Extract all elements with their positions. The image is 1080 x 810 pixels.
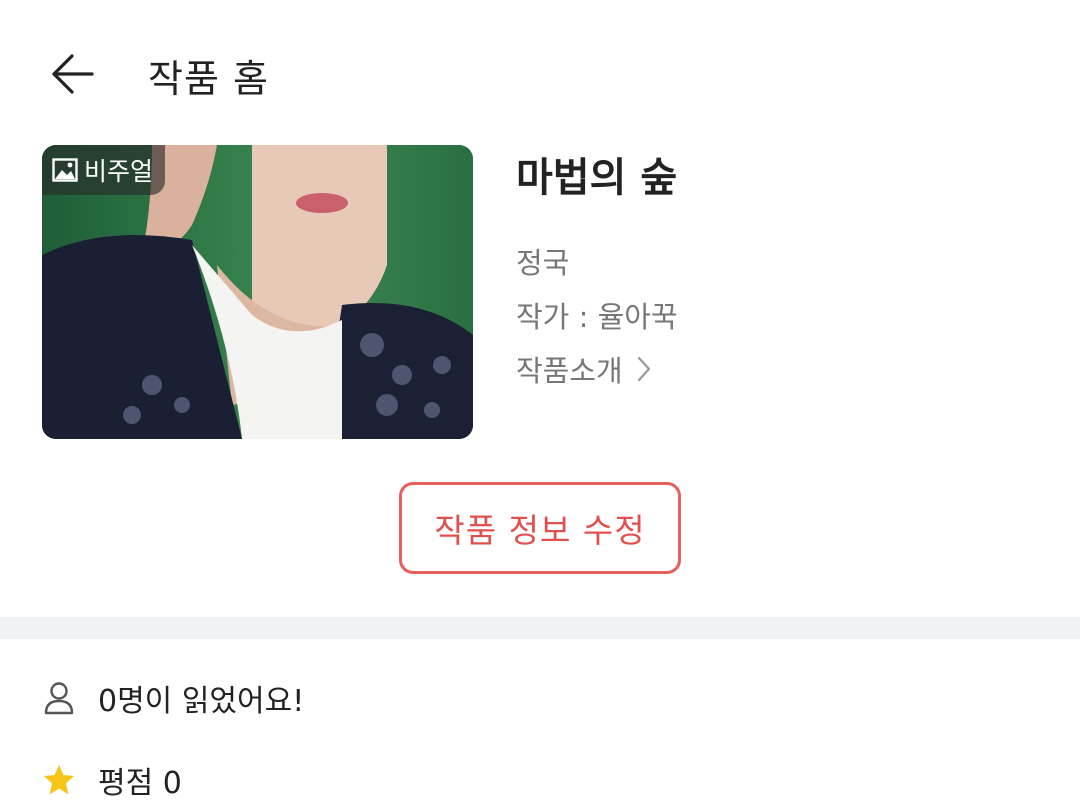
star-icon [42, 760, 76, 800]
visual-badge: 비주얼 [42, 145, 166, 195]
cover-image[interactable]: 비주얼 [42, 145, 473, 439]
visual-badge-label: 비주얼 [84, 157, 154, 186]
back-button[interactable] [44, 46, 100, 102]
readers-count: 0명이 읽었어요! [42, 676, 304, 720]
readers-count-label: 0명이 읽었어요! [98, 684, 305, 719]
chevron-right-icon [637, 356, 651, 382]
page-title: 작품 홈 [148, 57, 269, 101]
section-divider [0, 617, 1080, 639]
work-author: 작가 : 율아꾹 [516, 300, 678, 334]
edit-work-info-button[interactable]: 작품 정보 수정 [399, 482, 681, 574]
top-app-bar: 작품 홈 [0, 0, 1080, 145]
work-title: 마법의 숲 [516, 155, 678, 201]
rating: 평점 0 [42, 758, 182, 802]
image-icon [52, 158, 78, 182]
rating-label: 평점 0 [98, 766, 182, 801]
arrow-left-icon [50, 54, 94, 94]
work-intro-label: 작품소개 [516, 354, 623, 388]
work-info: 마법의 숲 [516, 150, 677, 206]
work-intro-link[interactable]: 작품소개 [516, 348, 651, 390]
person-icon [42, 678, 76, 718]
work-genre: 정국 [516, 246, 570, 280]
